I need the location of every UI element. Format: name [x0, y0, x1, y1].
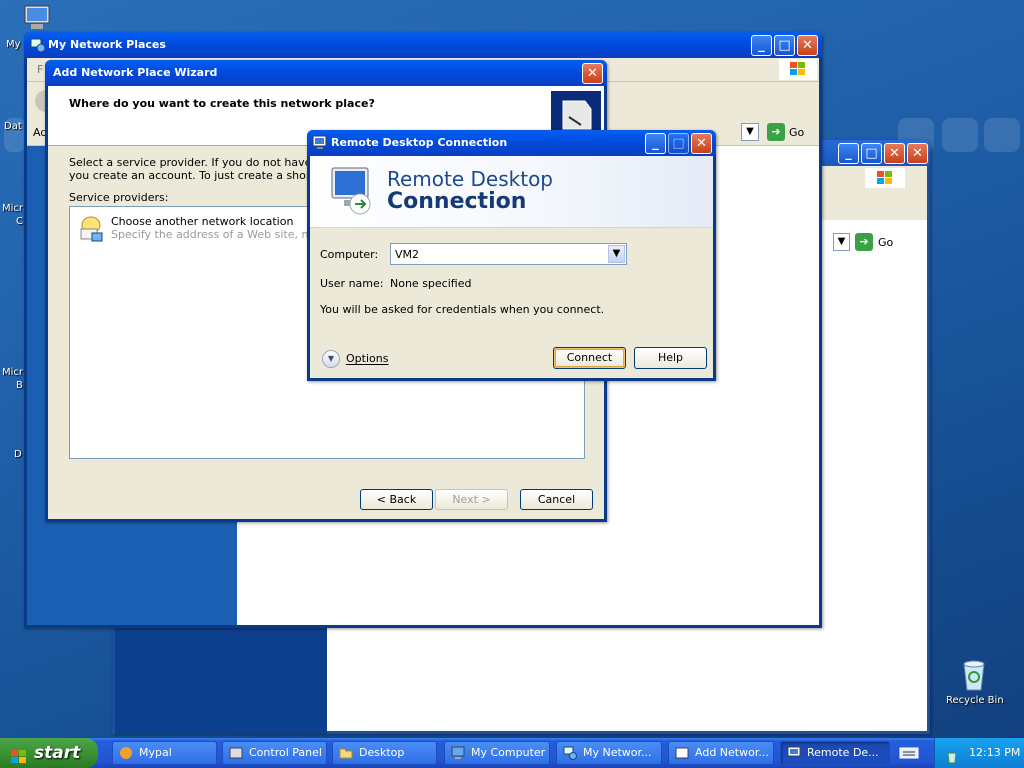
- maximize-button[interactable]: □: [774, 35, 795, 56]
- control-panel-icon: [229, 746, 243, 760]
- minimize-button[interactable]: _: [838, 143, 859, 164]
- desktop-icon-label: Micr: [2, 367, 24, 378]
- taskbar-item-label: My Computer: [471, 746, 546, 759]
- address-dropdown-button[interactable]: ▼: [833, 233, 850, 251]
- go-arrow-icon[interactable]: ➔: [767, 123, 785, 141]
- close-button[interactable]: ✕: [691, 133, 712, 154]
- maximize-button[interactable]: □: [861, 143, 882, 164]
- clock[interactable]: 12:13 PM: [969, 738, 1020, 768]
- username-label: User name:: [320, 277, 384, 290]
- taskbar-item-label: Desktop: [359, 746, 405, 759]
- taskbar-item-label: Mypal: [139, 746, 172, 759]
- options-expand-icon[interactable]: ▼: [322, 350, 340, 368]
- remote-desktop-icon: [787, 746, 801, 760]
- windows-flag-icon: [10, 745, 28, 763]
- remote-desktop-icon: [326, 164, 378, 218]
- system-tray: 12:13 PM: [934, 738, 1024, 768]
- provider-item[interactable]: Choose another network location Specify …: [70, 207, 335, 247]
- close-button[interactable]: ✕: [797, 35, 818, 56]
- file-menu[interactable]: F: [37, 63, 43, 76]
- close-button[interactable]: ✕: [582, 63, 603, 84]
- remote-desktop-connection-window[interactable]: Remote Desktop Connection _ □ ✕ Remote D…: [307, 130, 716, 381]
- taskbar-item-add-network-place[interactable]: Add Networ...: [668, 741, 774, 765]
- service-providers-label: Service providers:: [69, 191, 169, 204]
- network-places-icon: [30, 37, 46, 53]
- taskbar-item-desktop[interactable]: Desktop: [332, 741, 437, 765]
- desktop-icon-label: C: [16, 216, 23, 227]
- window-icon: [675, 746, 689, 760]
- desktop-icon-label: Dat: [4, 121, 22, 132]
- desktop-icon-label: B: [16, 380, 23, 391]
- network-places-icon: [563, 746, 577, 760]
- windows-logo-icon: [865, 168, 905, 188]
- my-computer-desktop-icon[interactable]: [22, 4, 52, 32]
- wizard-title: Add Network Place Wizard: [53, 66, 218, 79]
- desktop-icon-label: My: [6, 39, 21, 50]
- wizard-intro-line2: you create an account. To just create a …: [69, 169, 336, 182]
- taskbar: start Mypal Control Panel Desktop My Com…: [0, 738, 1024, 768]
- start-button[interactable]: start: [0, 738, 98, 768]
- taskbar-item-label: Control Panel: [249, 746, 322, 759]
- minimize-button[interactable]: _: [645, 133, 666, 154]
- desktop-icon-label: D: [14, 449, 22, 460]
- help-button[interactable]: Help: [634, 347, 707, 369]
- my-network-places-title: My Network Places: [48, 38, 166, 51]
- desktop-tile: [984, 118, 1020, 152]
- rdc-banner: Remote Desktop Connection: [310, 156, 713, 228]
- desktop-icon-label: Micr: [2, 203, 24, 214]
- taskbar-item-control-panel[interactable]: Control Panel: [222, 741, 327, 765]
- windows-logo-icon: [779, 59, 817, 80]
- go-label[interactable]: Go: [878, 236, 893, 249]
- maximize-button: □: [668, 133, 689, 154]
- taskbar-item-label: Remote De...: [807, 746, 879, 759]
- taskbar-item-remote-desktop[interactable]: Remote De...: [780, 741, 890, 765]
- next-button[interactable]: Next >: [435, 489, 508, 510]
- computer-label: Computer:: [320, 248, 379, 261]
- tray-recycle-icon[interactable]: [945, 746, 959, 764]
- start-label: start: [34, 743, 81, 763]
- username-value: None specified: [390, 277, 472, 290]
- cancel-button[interactable]: Cancel: [520, 489, 593, 510]
- taskbar-item-mypal[interactable]: Mypal: [112, 741, 217, 765]
- chevron-down-icon[interactable]: ▼: [608, 245, 625, 263]
- keyboard-icon[interactable]: [896, 744, 922, 762]
- computer-value[interactable]: VM2: [395, 248, 419, 261]
- taskbar-item-label: Add Networ...: [695, 746, 769, 759]
- recycle-bin-icon[interactable]: [956, 656, 992, 692]
- rdc-title: Remote Desktop Connection: [331, 136, 508, 149]
- back-button[interactable]: < Back: [360, 489, 433, 510]
- monitor-icon: [451, 746, 465, 760]
- taskbar-item-label: My Networ...: [583, 746, 652, 759]
- monitor-icon: [24, 5, 50, 29]
- network-location-icon: [78, 213, 104, 243]
- provider-name: Choose another network location: [111, 215, 294, 228]
- close-button[interactable]: ✕: [884, 143, 905, 164]
- connect-button[interactable]: Connect: [553, 347, 626, 369]
- mypal-icon: [119, 746, 133, 760]
- go-arrow-icon[interactable]: ➔: [855, 233, 873, 251]
- wizard-intro-line1: Select a service provider. If you do not…: [69, 156, 343, 169]
- recycle-bin-label: Recycle Bin: [946, 695, 1004, 706]
- wizard-titlebar[interactable]: Add Network Place Wizard ✕: [45, 60, 607, 86]
- options-link[interactable]: Options: [346, 352, 388, 365]
- rdc-title-icon: [312, 135, 328, 151]
- computer-combobox[interactable]: VM2 ▼: [390, 243, 627, 265]
- rdc-banner-line1: Remote Desktop: [387, 167, 554, 191]
- provider-description: Specify the address of a Web site, netwo: [111, 228, 336, 241]
- taskbar-item-my-network-places[interactable]: My Networ...: [556, 741, 662, 765]
- address-dropdown-button[interactable]: ▼: [741, 123, 759, 141]
- my-network-places-titlebar[interactable]: My Network Places _ □ ✕: [24, 32, 822, 58]
- go-label[interactable]: Go: [789, 126, 804, 139]
- credentials-note: You will be asked for credentials when y…: [320, 303, 605, 316]
- desktop-tile: [942, 118, 978, 152]
- rdc-banner-line2: Connection: [387, 189, 527, 214]
- taskbar-item-my-computer[interactable]: My Computer: [444, 741, 550, 765]
- close-button[interactable]: ✕: [907, 143, 928, 164]
- folder-icon: [339, 746, 353, 760]
- wizard-heading: Where do you want to create this network…: [69, 97, 375, 110]
- minimize-button[interactable]: _: [751, 35, 772, 56]
- rdc-titlebar[interactable]: Remote Desktop Connection _ □ ✕: [307, 130, 716, 156]
